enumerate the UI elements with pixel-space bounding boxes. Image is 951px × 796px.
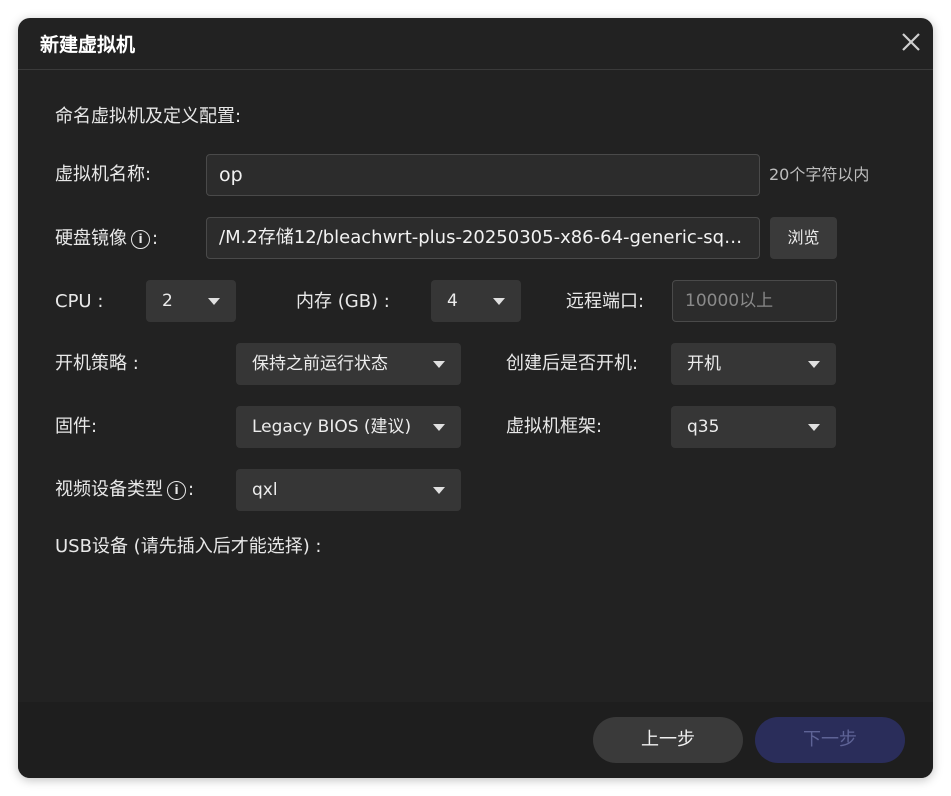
video-device-label-colon: : [188,479,195,500]
boot-policy-label: 开机策略 : [55,353,139,374]
disk-image-label: 硬盘镜像 i: [55,227,158,251]
info-icon[interactable]: i [131,230,150,249]
memory-select-value: 4 [447,291,458,311]
video-device-label-text: 视频设备类型 [55,479,163,500]
machine-type-label: 虚拟机框架: [506,416,603,437]
usb-device-label: USB设备 (请先插入后才能选择) : [55,536,322,557]
boot-policy-select-value: 保持之前运行状态 [252,354,388,374]
remote-port-input[interactable]: 10000以上 [672,280,837,322]
section-label: 命名虚拟机及定义配置: [55,106,242,127]
chevron-down-icon [433,487,445,494]
power-on-label: 创建后是否开机: [506,353,639,374]
dialog-footer: 上一步 下一步 [18,702,933,778]
previous-step-button[interactable]: 上一步 [593,717,743,763]
memory-label: 内存 (GB) : [296,291,390,312]
chevron-down-icon [433,424,445,431]
new-vm-dialog: 新建虚拟机 命名虚拟机及定义配置: 虚拟机名称: op 20个字符以内 硬盘镜像… [18,18,933,778]
machine-type-select[interactable]: q35 [671,406,836,448]
cpu-select[interactable]: 2 [146,280,236,322]
info-icon[interactable]: i [167,481,186,500]
power-on-select[interactable]: 开机 [671,343,836,385]
video-device-select-value: qxl [252,480,278,500]
firmware-select-value: Legacy BIOS (建议) [252,417,412,437]
power-on-select-value: 开机 [687,354,721,374]
disk-image-input[interactable]: /M.2存储12/bleachwrt-plus-20250305-x86-64-… [206,217,760,259]
machine-type-select-value: q35 [687,417,720,437]
cpu-select-value: 2 [162,291,173,311]
next-step-button[interactable]: 下一步 [755,717,905,763]
memory-select[interactable]: 4 [431,280,521,322]
chevron-down-icon [493,298,505,305]
dialog-header: 新建虚拟机 [18,18,933,70]
firmware-select[interactable]: Legacy BIOS (建议) [236,406,461,448]
firmware-label: 固件: [55,416,98,437]
vm-name-input[interactable]: op [206,154,760,196]
chevron-down-icon [433,361,445,368]
chevron-down-icon [808,424,820,431]
disk-image-label-colon: : [152,228,159,249]
video-device-label: 视频设备类型 i: [55,478,194,502]
boot-policy-select[interactable]: 保持之前运行状态 [236,343,461,385]
disk-image-label-text: 硬盘镜像 [55,228,127,249]
browse-button[interactable]: 浏览 [770,217,837,259]
video-device-select[interactable]: qxl [236,469,461,511]
dialog-title: 新建虚拟机 [40,34,136,56]
vm-name-label: 虚拟机名称: [55,164,152,185]
cpu-label: CPU : [55,291,104,312]
remote-port-label: 远程端口: [566,291,645,312]
close-icon[interactable] [899,30,923,54]
chevron-down-icon [808,361,820,368]
vm-name-hint: 20个字符以内 [769,165,870,184]
chevron-down-icon [208,298,220,305]
